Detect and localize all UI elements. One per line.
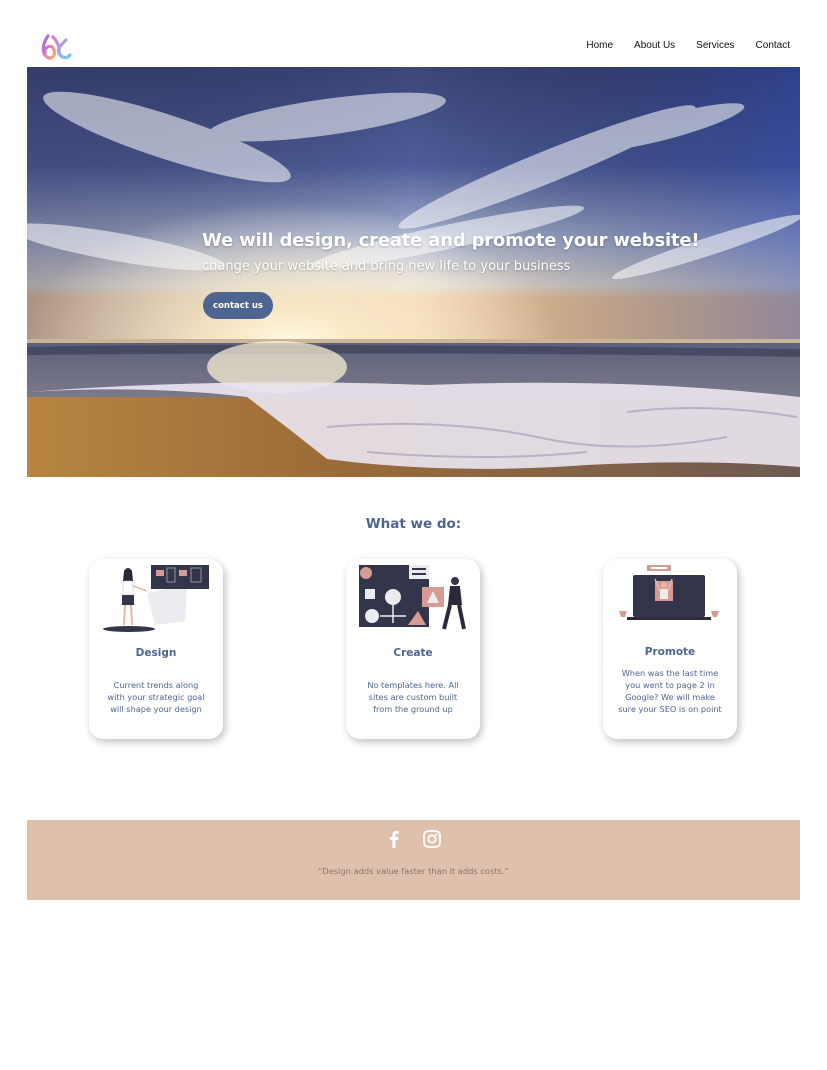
nav-contact[interactable]: Contact xyxy=(756,40,790,51)
services-title: What we do: xyxy=(365,516,462,532)
service-card-create: Create No templates here. All sites are … xyxy=(346,559,480,739)
instagram-icon[interactable] xyxy=(421,828,443,850)
nav-home[interactable]: Home xyxy=(586,40,613,51)
nav-about-us[interactable]: About Us xyxy=(634,40,675,51)
promote-title: Promote xyxy=(644,646,696,658)
hero-content: We will design, create and promote your … xyxy=(202,230,700,319)
main-nav: Home About Us Services Contact xyxy=(565,40,790,51)
footer-quote: “Design adds value faster than it adds c… xyxy=(318,866,509,876)
create-title: Create xyxy=(393,647,433,659)
contact-us-button[interactable]: contact us xyxy=(203,292,273,319)
design-illustration xyxy=(103,565,209,632)
brand-logo-icon[interactable] xyxy=(39,31,73,65)
hero-title: We will design, create and promote your … xyxy=(202,230,700,251)
site-footer: “Design adds value faster than it adds c… xyxy=(27,820,800,900)
hero-subtitle: change your website and bring new life t… xyxy=(202,259,571,274)
nav-services[interactable]: Services xyxy=(696,40,734,51)
create-illustration xyxy=(359,565,466,630)
promote-description: When was the last time you went to page … xyxy=(618,668,722,714)
promote-illustration xyxy=(619,565,719,620)
facebook-icon[interactable] xyxy=(383,828,405,850)
site-header: Home About Us Services Contact xyxy=(27,27,800,67)
social-links xyxy=(383,828,443,850)
design-title: Design xyxy=(135,647,177,659)
hero-banner: We will design, create and promote your … xyxy=(27,67,800,477)
design-description: Current trends along with your strategic… xyxy=(107,680,205,714)
service-card-design: Design Current trends along with your st… xyxy=(89,559,223,739)
create-description: No templates here. All sites are custom … xyxy=(367,680,459,714)
service-card-promote: Promote When was the last time you went … xyxy=(603,559,737,739)
